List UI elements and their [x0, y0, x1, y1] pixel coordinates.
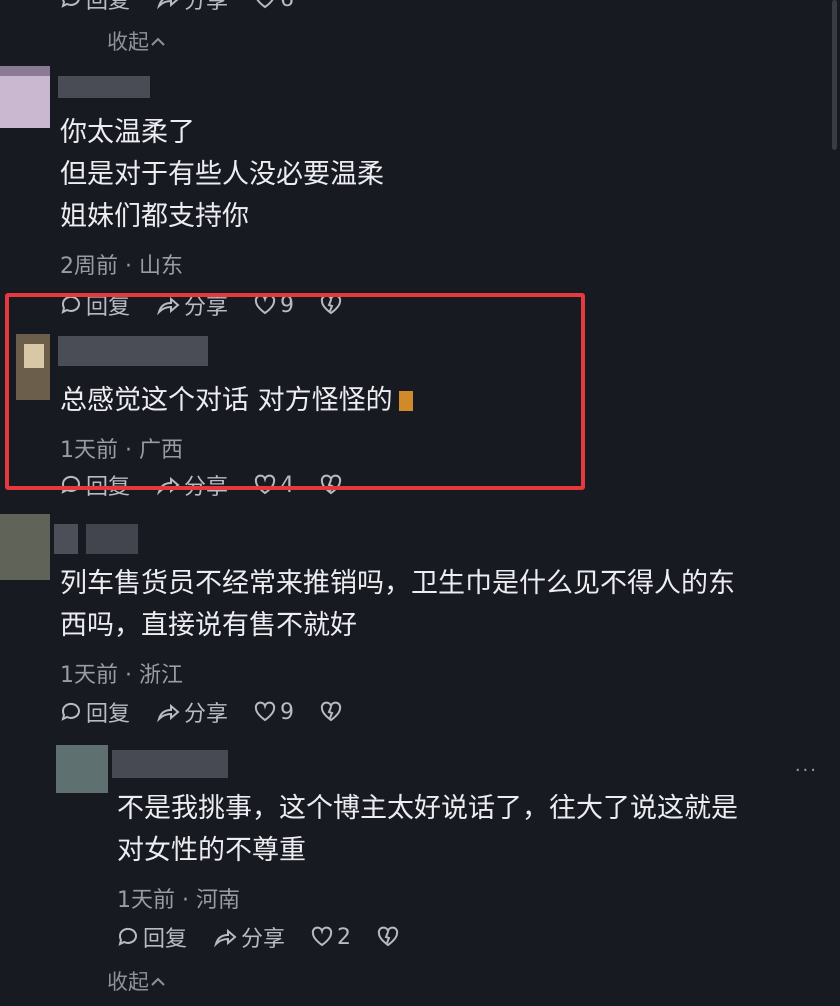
comment-text-line: 列车售货员不经常来推销吗，卫生巾是什么见不得人的东 [60, 568, 735, 599]
scrollbar[interactable] [832, 0, 837, 150]
comment-text-line: 不是我挑事，这个博主太好说话了，往大了说这就是 [117, 793, 738, 824]
dislike-button[interactable] [377, 926, 403, 948]
comment-text-line: 西吗，直接说有售不就好 [60, 610, 357, 641]
comment-icon [61, 702, 80, 721]
share-button[interactable]: 分享 [156, 696, 228, 728]
reply-button[interactable]: 回复 [60, 696, 130, 728]
share-button[interactable]: 分享 [156, 0, 228, 15]
chevron-up-icon [151, 37, 165, 46]
username-blurred[interactable] [86, 524, 138, 554]
collapse-replies-bottom[interactable]: 收起 [107, 966, 167, 996]
dislike-button[interactable] [320, 701, 346, 723]
avatar[interactable] [0, 514, 50, 580]
action-row: 回复 分享 2 [117, 922, 429, 952]
comment-icon [118, 927, 137, 946]
comment-meta: 2周前 · 山东 [60, 254, 184, 279]
avatar[interactable] [0, 66, 50, 128]
comment-text-line: 你太温柔了 [60, 117, 195, 148]
like-button[interactable]: 6 [254, 0, 294, 12]
broken-heart-icon [377, 926, 399, 947]
share-button[interactable]: 分享 [213, 921, 285, 953]
comment-meta: 1天前 · 河南 [117, 888, 241, 913]
comment-text-line: 对女性的不尊重 [117, 835, 306, 866]
like-button[interactable]: 9 [254, 700, 294, 725]
heart-icon [254, 701, 276, 722]
comment-meta: 1天前 · 浙江 [60, 663, 184, 688]
comment-icon [61, 0, 80, 8]
highlight-box [5, 293, 585, 490]
username-blurred[interactable] [112, 750, 228, 778]
reply-button[interactable]: 回复 [60, 0, 130, 15]
reply-button[interactable]: 回复 [117, 921, 187, 953]
share-icon [213, 928, 237, 948]
chevron-up-icon [151, 977, 165, 986]
username-blurred[interactable] [58, 76, 150, 98]
action-row: 回复 分享 9 [60, 697, 372, 727]
comment-text-line: 但是对于有些人没必要温柔 [60, 159, 384, 190]
heart-icon [256, 0, 274, 9]
more-options-button[interactable]: ··· [795, 760, 818, 781]
share-icon [156, 703, 180, 723]
comment-text-line: 姐妹们都支持你 [60, 201, 249, 232]
like-button[interactable]: 2 [311, 925, 351, 950]
avatar[interactable] [56, 745, 108, 793]
broken-heart-icon [320, 701, 342, 722]
collapse-replies-top[interactable]: 收起 [107, 26, 167, 56]
share-icon [156, 0, 179, 10]
top-action-row: 回复 分享 6 [60, 0, 320, 14]
username-blurred[interactable] [54, 524, 78, 554]
heart-icon [311, 926, 333, 947]
